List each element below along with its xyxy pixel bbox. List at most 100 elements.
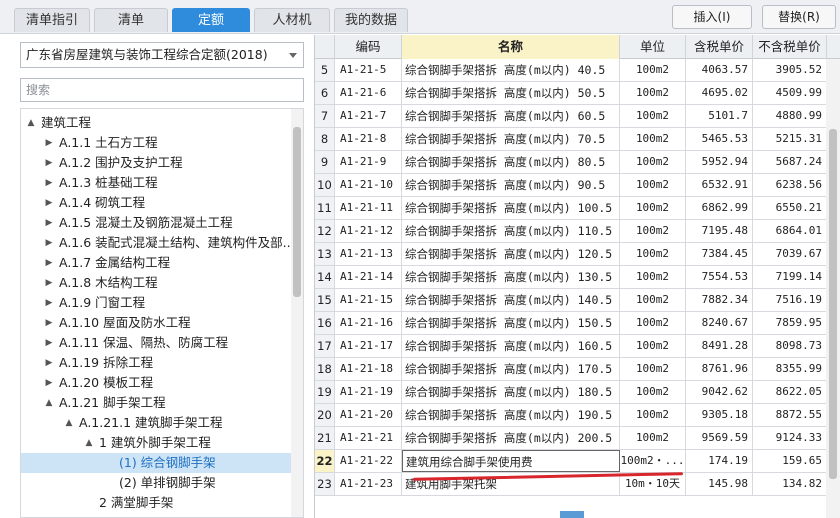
table-row[interactable]: 16 A1-21-16 综合钢脚手架搭拆 高度(m以内) 150.5 100m2 824… [315, 312, 840, 335]
header-code[interactable]: 编码 [335, 35, 402, 59]
table-row[interactable]: 15 A1-21-15 综合钢脚手架搭拆 高度(m以内) 140.5 100m2 788… [315, 289, 840, 312]
row-index: 12 [315, 220, 335, 242]
tab-my-data[interactable]: 我的数据 [334, 8, 408, 32]
tree-item[interactable]: ▲ A.1.21 脚手架工程 [21, 393, 293, 413]
table-row[interactable]: 19 A1-21-19 综合钢脚手架搭拆 高度(m以内) 180.5 100m2 904… [315, 381, 840, 404]
cell-tax-price: 145.98 [686, 473, 753, 495]
panel-resize-handle[interactable] [560, 511, 584, 518]
table-row[interactable]: 10 A1-21-10 综合钢脚手架搭拆 高度(m以内) 90.5 100m2 6532… [315, 174, 840, 197]
cell-notax-price: 5215.31 [753, 128, 827, 150]
tree-item-label: A.1.21 脚手架工程 [59, 395, 166, 410]
tree-scrollbar-thumb[interactable] [293, 127, 301, 297]
expand-arrow-icon[interactable]: ▶ [43, 353, 55, 373]
expand-arrow-icon[interactable]: ▶ [43, 313, 55, 333]
replace-button[interactable]: 替换(R) [762, 5, 836, 29]
tree-item[interactable]: ▶ A.1.7 金属结构工程 [21, 253, 293, 273]
expand-arrow-icon[interactable]: ▶ [43, 133, 55, 153]
table-row[interactable]: 11 A1-21-11 综合钢脚手架搭拆 高度(m以内) 100.5 100m2 686… [315, 197, 840, 220]
grid-scrollbar-thumb[interactable] [829, 129, 837, 479]
cell-tax-price: 8761.96 [686, 358, 753, 380]
collapse-arrow-icon[interactable]: ▲ [83, 433, 95, 453]
expand-arrow-icon[interactable]: ▶ [43, 293, 55, 313]
tree-item-label: A.1.10 屋面及防水工程 [59, 315, 191, 330]
tree-item[interactable]: ▶ A.1.20 模板工程 [21, 373, 293, 393]
cell-name[interactable]: 建筑用综合脚手架使用费 [402, 450, 620, 472]
header-unit[interactable]: 单位 [620, 35, 686, 59]
table-row[interactable]: 6 A1-21-6 综合钢脚手架搭拆 高度(m以内) 50.5 100m2 4695.0… [315, 82, 840, 105]
table-row-current[interactable]: 22 A1-21-22 建筑用综合脚手架使用费 100m2・... 174.19 159.… [315, 450, 840, 473]
tree-item[interactable]: ▶ A.1.11 保温、隔热、防腐工程 [21, 333, 293, 353]
header-name[interactable]: 名称 [402, 35, 620, 59]
cell-unit: 100m2 [620, 82, 686, 104]
cell-unit: 100m2 [620, 266, 686, 288]
cell-unit: 100m2 [620, 381, 686, 403]
tree-item-label: 2 满堂脚手架 [99, 495, 174, 510]
tree-item[interactable]: ▶ A.1.6 装配式混凝土结构、建筑构件及部... [21, 233, 295, 253]
tree-item[interactable]: 2 满堂脚手架 [21, 493, 293, 513]
cell-tax-price: 9042.62 [686, 381, 753, 403]
expand-arrow-icon[interactable]: ▶ [43, 373, 55, 393]
tree-scrollbar[interactable] [291, 109, 303, 517]
expand-arrow-icon[interactable]: ▶ [43, 173, 55, 193]
search-input[interactable] [20, 78, 304, 102]
tab-bill[interactable]: 清单 [94, 8, 168, 32]
library-select[interactable]: 广东省房屋建筑与装饰工程综合定额(2018) [20, 42, 304, 68]
cell-unit: 100m2 [620, 128, 686, 150]
tree-item[interactable]: (2) 单排钢脚手架 [21, 473, 293, 493]
expand-arrow-icon[interactable]: ▶ [43, 153, 55, 173]
tree-item[interactable]: ▶ A.1.4 砌筑工程 [21, 193, 293, 213]
tree-item[interactable]: ▶ A.1.5 混凝土及钢筋混凝土工程 [21, 213, 293, 233]
cell-code: A1-21-23 [335, 473, 402, 495]
cell-tax-price: 8240.67 [686, 312, 753, 334]
table-row[interactable]: 13 A1-21-13 综合钢脚手架搭拆 高度(m以内) 120.5 100m2 738… [315, 243, 840, 266]
expand-arrow-icon[interactable]: ▶ [43, 213, 55, 233]
tree-item-label: (1) 综合钢脚手架 [119, 455, 216, 470]
cell-name: 综合钢脚手架搭拆 高度(m以内) 50.5 [402, 82, 620, 104]
tree-item[interactable]: ▶ A.1.1 土石方工程 [21, 133, 293, 153]
table-row[interactable]: 8 A1-21-8 综合钢脚手架搭拆 高度(m以内) 70.5 100m2 5465.5… [315, 128, 840, 151]
table-row[interactable]: 14 A1-21-14 综合钢脚手架搭拆 高度(m以内) 130.5 100m2 755… [315, 266, 840, 289]
expand-arrow-icon[interactable]: ▶ [43, 273, 55, 293]
row-index: 16 [315, 312, 335, 334]
expand-arrow-icon[interactable]: ▶ [43, 333, 55, 353]
cell-unit: 100m2 [620, 289, 686, 311]
tree-item[interactable]: ▶ A.1.10 屋面及防水工程 [21, 313, 293, 333]
tree-item[interactable]: ▲ A.1.21.1 建筑脚手架工程 [21, 413, 293, 433]
expand-arrow-icon[interactable]: ▶ [43, 253, 55, 273]
table-row[interactable]: 17 A1-21-17 综合钢脚手架搭拆 高度(m以内) 160.5 100m2 849… [315, 335, 840, 358]
tab-guide[interactable]: 清单指引 [14, 8, 90, 32]
expand-arrow-icon[interactable]: ▶ [43, 233, 55, 253]
tree-item[interactable]: ▲ 建筑工程 [21, 113, 293, 133]
tab-quota[interactable]: 定额 [172, 8, 250, 32]
table-row[interactable]: 7 A1-21-7 综合钢脚手架搭拆 高度(m以内) 60.5 100m2 5101.7… [315, 105, 840, 128]
table-row[interactable]: 12 A1-21-12 综合钢脚手架搭拆 高度(m以内) 110.5 100m2 719… [315, 220, 840, 243]
table-row[interactable]: 21 A1-21-21 综合钢脚手架搭拆 高度(m以内) 200.5 100m2 956… [315, 427, 840, 450]
tree-item[interactable]: ▶ A.1.19 拆除工程 [21, 353, 293, 373]
cell-name: 综合钢脚手架搭拆 高度(m以内) 120.5 [402, 243, 620, 265]
tree-item[interactable]: ▶ A.1.8 木结构工程 [21, 273, 293, 293]
tree-item[interactable]: ▶ A.1.2 围护及支护工程 [21, 153, 293, 173]
tree-item-selected[interactable]: (1) 综合钢脚手架 [21, 453, 293, 473]
cell-tax-price: 6532.91 [686, 174, 753, 196]
insert-button[interactable]: 插入(I) [672, 5, 752, 29]
collapse-arrow-icon[interactable]: ▲ [25, 113, 37, 133]
tree-item[interactable]: ▶ A.1.9 门窗工程 [21, 293, 293, 313]
header-notax-price[interactable]: 不含税单价 [753, 35, 827, 59]
tree-item-label: A.1.6 装配式混凝土结构、建筑构件及部... [59, 235, 295, 250]
expand-arrow-icon[interactable]: ▶ [43, 193, 55, 213]
collapse-arrow-icon[interactable]: ▲ [43, 393, 55, 413]
cell-name: 综合钢脚手架搭拆 高度(m以内) 90.5 [402, 174, 620, 196]
header-tax-price[interactable]: 含税单价 [686, 35, 753, 59]
grid-scrollbar[interactable] [826, 59, 840, 518]
quota-grid: 编码 名称 单位 含税单价 不含税单价 5 A1-21-5 综合钢脚手架搭拆 高度(… [314, 35, 840, 518]
tree-item[interactable]: ▶ A.1.3 桩基础工程 [21, 173, 293, 193]
table-row[interactable]: 18 A1-21-18 综合钢脚手架搭拆 高度(m以内) 170.5 100m2 876… [315, 358, 840, 381]
cell-name: 综合钢脚手架搭拆 高度(m以内) 80.5 [402, 151, 620, 173]
tab-labor-material-machine[interactable]: 人材机 [254, 8, 330, 32]
collapse-arrow-icon[interactable]: ▲ [63, 413, 75, 433]
table-row[interactable]: 20 A1-21-20 综合钢脚手架搭拆 高度(m以内) 190.5 100m2 930… [315, 404, 840, 427]
tree-item[interactable]: ▲ 1 建筑外脚手架工程 [21, 433, 293, 453]
table-row[interactable]: 9 A1-21-9 综合钢脚手架搭拆 高度(m以内) 80.5 100m2 5952.9… [315, 151, 840, 174]
cell-code: A1-21-6 [335, 82, 402, 104]
table-row[interactable]: 5 A1-21-5 综合钢脚手架搭拆 高度(m以内) 40.5 100m2 4063.5… [315, 59, 840, 82]
